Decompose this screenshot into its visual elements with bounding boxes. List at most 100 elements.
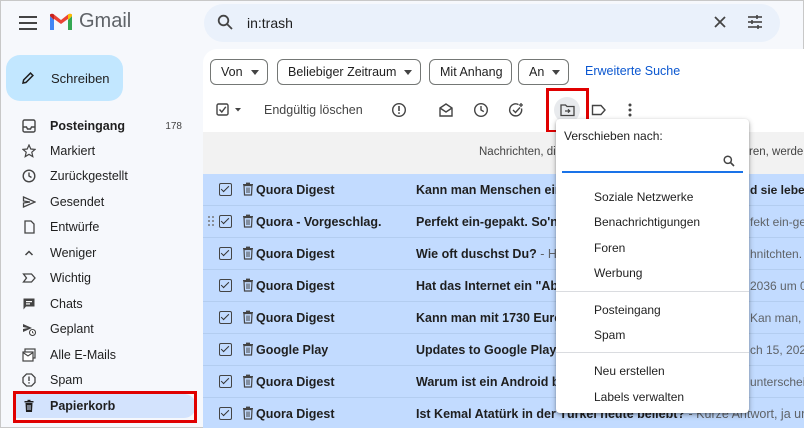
move-option-forums[interactable]: Foren [594, 241, 625, 255]
filter-from[interactable]: Von [210, 59, 268, 85]
select-all-checkbox[interactable] [216, 99, 246, 121]
report-spam-icon[interactable] [390, 99, 408, 121]
row-checkbox[interactable] [219, 375, 232, 388]
trash-info-text: Nachrichten, di [479, 146, 556, 158]
email-sender: Google Play [256, 343, 329, 357]
sidebar-item-label: Weniger [50, 246, 97, 260]
row-checkbox[interactable] [219, 311, 232, 324]
scheduled-send-icon [21, 321, 37, 337]
clock-icon [21, 168, 37, 184]
dropdown-arrow-icon [250, 69, 259, 75]
email-subject-text: Hat das Internet ein "Abla [416, 279, 569, 293]
trash-icon [242, 278, 254, 292]
row-checkbox[interactable] [219, 343, 232, 356]
email-subject: Kann man mit 1730 Euro N [416, 311, 574, 325]
move-option-updates[interactable]: Benachrichtigungen [594, 215, 700, 229]
label-icon[interactable] [590, 99, 608, 121]
filter-to-label: An [529, 65, 545, 79]
trash-icon [242, 182, 254, 196]
sidebar-item-sent[interactable]: Gesendet [13, 190, 196, 214]
email-sender: Quora Digest [256, 311, 335, 325]
sidebar-item-spam[interactable]: Spam [13, 368, 196, 392]
move-option-social[interactable]: Soziale Netzwerke [594, 190, 693, 204]
trash-icon [242, 406, 254, 420]
sidebar-item-scheduled[interactable]: Geplant [13, 317, 196, 341]
snooze-clock-icon[interactable] [472, 99, 490, 121]
row-checkbox[interactable] [219, 247, 232, 260]
email-subject-text: Kann man Menschen einfr [416, 183, 572, 197]
chevron-up-icon [21, 245, 37, 261]
search-input[interactable]: in:trash [247, 15, 293, 31]
email-subject-text: Kann man mit 1730 Euro N [416, 311, 575, 325]
add-to-tasks-icon[interactable] [507, 99, 525, 121]
row-checkbox[interactable] [219, 215, 232, 228]
chat-icon [21, 296, 37, 312]
menu-divider [556, 352, 749, 353]
sidebar-item-label: Spam [50, 373, 83, 387]
sidebar-item-starred[interactable]: Markiert [13, 139, 196, 163]
move-option-promotions[interactable]: Werbung [594, 266, 642, 280]
trash-icon [242, 310, 254, 324]
sidebar-item-inbox[interactable]: Posteingang 178 [13, 114, 196, 138]
filter-to[interactable]: An [518, 59, 570, 85]
row-checkbox[interactable] [219, 279, 232, 292]
move-to-menu: Verschieben nach: Soziale Netzwerke Bena… [556, 119, 749, 413]
spam-icon [21, 372, 37, 388]
drag-handle-icon[interactable] [207, 215, 215, 227]
sidebar-item-drafts[interactable]: Entwürfe [13, 215, 196, 239]
star-icon [21, 143, 37, 159]
main-menu-button[interactable] [15, 12, 41, 34]
sidebar-item-all-mail[interactable]: Alle E-Mails [13, 343, 196, 367]
sidebar-item-less[interactable]: Weniger [13, 241, 196, 265]
all-mail-icon [21, 347, 37, 363]
label-important-icon [21, 270, 37, 286]
sidebar-item-label: Zurückgestellt [50, 169, 128, 183]
sidebar-item-label: Chats [50, 297, 83, 311]
move-option-inbox[interactable]: Posteingang [594, 303, 661, 317]
email-subject: Warum ist ein Android bes [416, 375, 573, 389]
sidebar-item-snoozed[interactable]: Zurückgestellt [13, 164, 196, 188]
menu-divider [556, 291, 749, 292]
sidebar-item-label: Wichtig [50, 271, 91, 285]
dropdown-arrow-icon [552, 69, 561, 75]
dropdown-arrow-icon [404, 69, 413, 75]
sidebar-item-label: Geplant [50, 322, 94, 336]
sidebar-item-label: Alle E-Mails [50, 348, 116, 362]
filter-attachment[interactable]: Mit Anhang [429, 59, 512, 85]
email-subject-text: Warum ist ein Android bes [416, 375, 574, 389]
sidebar-item-label: Gesendet [50, 195, 105, 209]
email-snippet-end: hnitchten. H [750, 247, 804, 261]
filter-date[interactable]: Beliebiger Zeitraum [277, 59, 422, 85]
mark-as-read-icon[interactable] [437, 99, 455, 121]
email-snippet-end: d sie leber [750, 183, 804, 197]
email-sender: Quora Digest [256, 375, 335, 389]
sidebar-item-important[interactable]: Wichtig [13, 266, 196, 290]
advanced-search-link[interactable]: Erweiterte Suche [585, 64, 680, 78]
move-to-title: Verschieben nach: [564, 129, 663, 143]
more-options-icon[interactable] [623, 99, 637, 121]
trash-icon [242, 374, 254, 388]
email-subject: Perfekt ein-gepakt. So'n [416, 215, 558, 229]
search-icon[interactable] [217, 14, 233, 30]
manage-labels[interactable]: Labels verwalten [594, 390, 684, 404]
search-options-icon[interactable] [746, 13, 764, 31]
unread-count: 178 [165, 120, 182, 132]
trash-icon [242, 214, 254, 228]
move-option-spam[interactable]: Spam [594, 328, 625, 342]
row-checkbox[interactable] [219, 407, 232, 420]
close-icon[interactable] [712, 14, 728, 30]
move-to-search-input[interactable] [562, 153, 743, 173]
email-subject-text: Perfekt ein-gepakt. So'n [416, 215, 558, 229]
create-new-label[interactable]: Neu erstellen [594, 364, 665, 378]
delete-forever-button[interactable]: Endgültig löschen [264, 103, 363, 117]
compose-button[interactable]: Schreiben [6, 55, 123, 101]
email-snippet-end: 2036 um 06 [750, 279, 804, 293]
highlight-trash [13, 391, 197, 423]
email-subject: Wie oft duschst Du? - Hört [416, 247, 571, 261]
row-checkbox[interactable] [219, 183, 232, 196]
sidebar-item-chats[interactable]: Chats [13, 292, 196, 316]
email-subject-text: Updates to Google Play Te [416, 343, 574, 357]
gmail-logo[interactable]: Gmail [49, 10, 131, 33]
sidebar-item-label: Entwürfe [50, 220, 100, 234]
email-subject: Updates to Google Play Te [416, 343, 573, 357]
